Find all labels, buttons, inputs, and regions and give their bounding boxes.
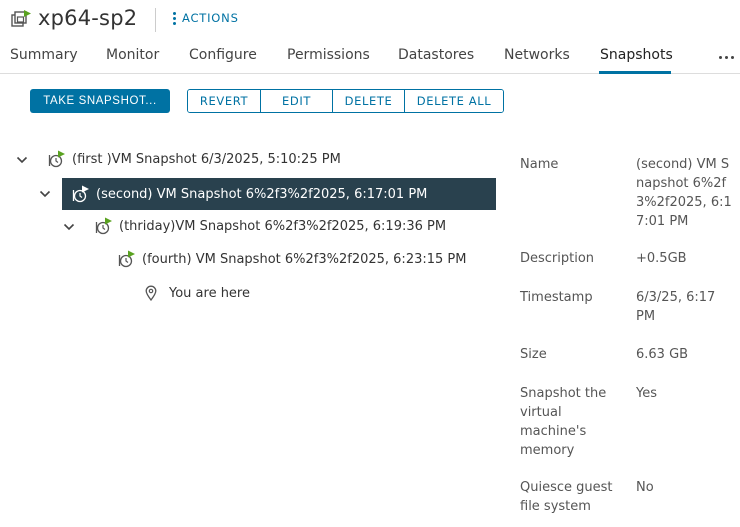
- snapshot-icon: [72, 185, 89, 203]
- detail-memory-label: Snapshot the virtual machine's memory: [520, 386, 607, 458]
- tab-bar: Summary Monitor Configure Permissions Da…: [0, 44, 740, 74]
- snapshot-label: (first )VM Snapshot 6/3/2025, 5:10:25 PM: [72, 151, 341, 167]
- header-separator: [155, 8, 156, 32]
- detail-name-value: (second) VM Snapshot 6%2f3%2f2025, 6:17:…: [636, 157, 732, 229]
- edit-button[interactable]: EDIT: [261, 90, 333, 112]
- tab-datastores[interactable]: Datastores: [398, 47, 474, 63]
- detail-timestamp-value: 6/3/25, 6:17 PM: [636, 290, 716, 324]
- snapshot-tree-item-third[interactable]: (thriday)VM Snapshot 6%2f3%2f2025, 6:19:…: [95, 210, 496, 242]
- vm-name-title: xp64-sp2: [38, 6, 138, 30]
- chevron-down-icon[interactable]: [16, 154, 28, 166]
- snapshot-icon: [118, 250, 135, 268]
- detail-name-label: Name: [520, 157, 559, 172]
- snapshot-action-button-group: REVERT EDIT DELETE DELETE ALL: [187, 89, 504, 113]
- chevron-down-icon[interactable]: [63, 221, 75, 233]
- detail-quiesce-label: Quiesce guest file system: [520, 480, 613, 514]
- take-snapshot-button[interactable]: TAKE SNAPSHOT...: [30, 89, 170, 113]
- tab-snapshots[interactable]: Snapshots: [600, 47, 673, 63]
- active-tab-indicator: [599, 71, 671, 74]
- delete-all-button[interactable]: DELETE ALL: [405, 90, 503, 112]
- actions-label: ACTIONS: [182, 11, 239, 25]
- snapshot-icon: [48, 150, 65, 168]
- snapshot-label: (fourth) VM Snapshot 6%2f3%2f2025, 6:23:…: [142, 251, 467, 267]
- snapshot-label: (thriday)VM Snapshot 6%2f3%2f2025, 6:19:…: [119, 218, 447, 234]
- snapshot-tree-item-first[interactable]: (first )VM Snapshot 6/3/2025, 5:10:25 PM: [48, 143, 496, 175]
- snapshot-tree-item-fourth[interactable]: (fourth) VM Snapshot 6%2f3%2f2025, 6:23:…: [118, 243, 496, 275]
- tab-permissions[interactable]: Permissions: [287, 47, 370, 63]
- snapshot-label: (second) VM Snapshot 6%2f3%2f2025, 6:17:…: [96, 186, 428, 202]
- chevron-down-icon[interactable]: [39, 188, 51, 200]
- detail-quiesce-value: No: [636, 480, 654, 495]
- tab-monitor[interactable]: Monitor: [106, 47, 159, 63]
- detail-memory-value: Yes: [636, 386, 657, 401]
- snapshot-tree-item-second[interactable]: (second) VM Snapshot 6%2f3%2f2025, 6:17:…: [62, 178, 496, 210]
- tab-summary[interactable]: Summary: [10, 47, 78, 63]
- snapshot-icon: [95, 217, 112, 235]
- more-tabs-icon[interactable]: [719, 56, 734, 59]
- delete-button[interactable]: DELETE: [333, 90, 405, 112]
- detail-timestamp-label: Timestamp: [520, 290, 593, 305]
- you-are-here-label: You are here: [169, 285, 250, 301]
- detail-size-value: 6.63 GB: [636, 347, 689, 362]
- vertical-ellipsis-icon: [173, 11, 176, 25]
- tab-configure[interactable]: Configure: [189, 47, 257, 63]
- detail-description-value: +0.5GB: [636, 251, 687, 266]
- detail-size-label: Size: [520, 347, 547, 362]
- location-pin-icon: [145, 285, 157, 301]
- tab-networks[interactable]: Networks: [504, 47, 570, 63]
- revert-button[interactable]: REVERT: [188, 90, 261, 112]
- current-state-item[interactable]: You are here: [143, 277, 496, 309]
- detail-description-label: Description: [520, 251, 595, 266]
- actions-menu-button[interactable]: ACTIONS: [173, 11, 239, 25]
- virtual-machine-icon: [11, 10, 31, 27]
